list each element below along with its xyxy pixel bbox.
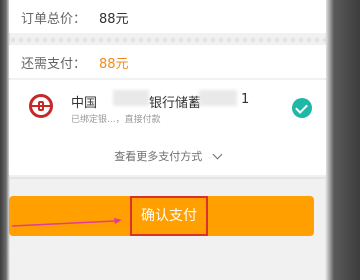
amount-due-label: 还需支付： [21, 57, 87, 72]
bank-name-part2: 银行储蓄 [149, 96, 202, 111]
order-total-value: 88元 [99, 12, 129, 27]
section-separator [9, 177, 326, 179]
more-payment-methods-label: 查看更多支付方式 [114, 150, 203, 163]
amount-due-row: 还需支付： 88元 [9, 45, 326, 78]
more-payment-methods-link[interactable]: 查看更多支付方式 [9, 148, 326, 164]
confirm-payment-button[interactable]: 确认支付 [9, 196, 314, 236]
bank-subtitle: 已绑定银...，直接付款 [71, 115, 161, 125]
confirm-payment-label: 确认支付 [130, 196, 208, 236]
amount-due-value: 88元 [99, 57, 129, 72]
selected-check-icon[interactable] [292, 98, 312, 118]
annotation-arrow-icon [11, 218, 122, 227]
dashed-divider [9, 36, 326, 44]
bank-name-part3: 1 [241, 92, 250, 107]
masked-text [199, 90, 237, 106]
order-total-label: 订单总价： [21, 12, 87, 27]
order-total-row: 订单总价： 88元 [9, 0, 326, 33]
payment-method-option[interactable]: 中国 银行储蓄 1 已绑定银...，直接付款 [9, 80, 326, 135]
chevron-down-icon [212, 149, 223, 160]
masked-text [113, 90, 149, 106]
bank-name-part1: 中国 [71, 96, 98, 111]
payment-method-card: 中国 银行储蓄 1 已绑定银...，直接付款 查看更多支付方式 [9, 80, 326, 175]
